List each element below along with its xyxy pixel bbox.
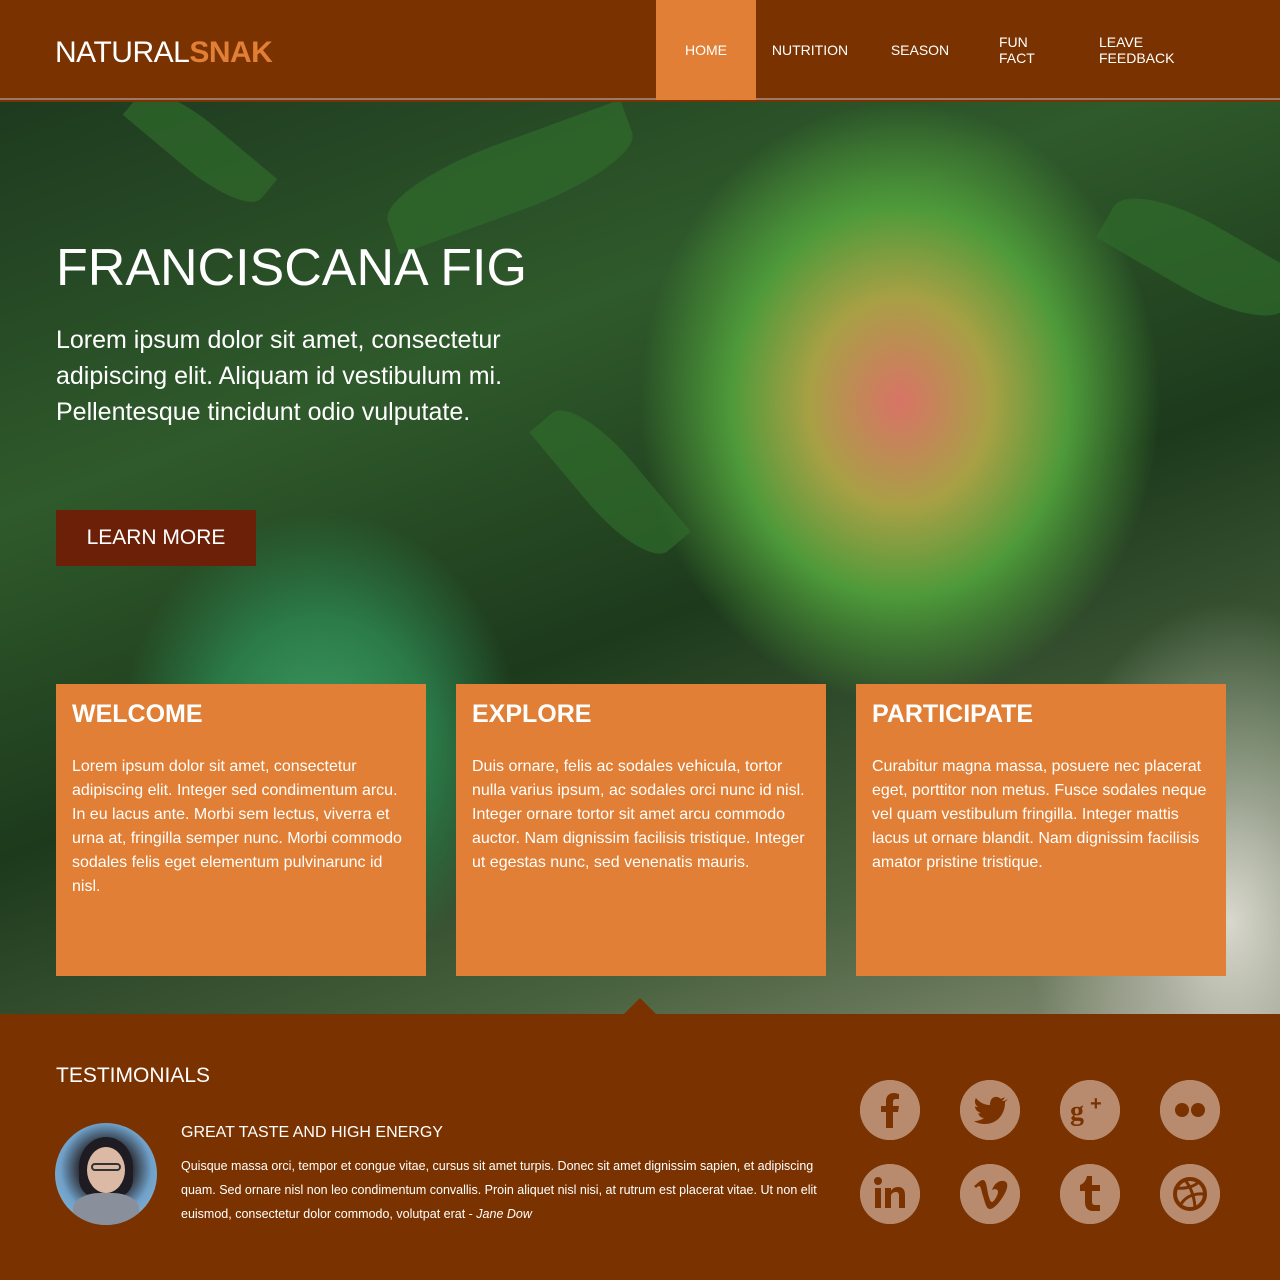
svg-text:g: g <box>1070 1096 1084 1127</box>
card-participate: PARTICIPATE Curabitur magna massa, posue… <box>856 684 1226 976</box>
quote-text: Quisque massa orci, tempor et congue vit… <box>181 1154 821 1226</box>
hero-background-leaf <box>1095 176 1280 338</box>
card-title: PARTICIPATE <box>872 700 1034 728</box>
avatar <box>55 1123 157 1225</box>
hero-background-leaf <box>375 102 645 255</box>
card-text: Lorem ipsum dolor sit amet, consectetur … <box>72 758 402 895</box>
card-explore: EXPLORE Duis ornare, felis ac sodales ve… <box>456 684 826 976</box>
learn-more-button[interactable]: LEARN MORE <box>56 510 256 566</box>
testimonials-heading: TESTIMONIALS <box>56 1064 211 1087</box>
google-plus-icon[interactable]: g + <box>1060 1080 1120 1140</box>
avatar-body <box>73 1193 139 1225</box>
quote-title: GREAT TASTE AND HIGH ENERGY <box>181 1124 443 1141</box>
card-text: Duis ornare, felis ac sodales vehicula, … <box>472 758 805 871</box>
hero-text: Lorem ipsum dolor sit amet, consectetur … <box>56 326 503 426</box>
logo-part-natural: NATURAL <box>55 36 190 69</box>
quote-author: Jane Dow <box>476 1207 532 1221</box>
svg-text:+: + <box>1090 1093 1102 1115</box>
hero-title: FRANCISCANA FIG <box>56 239 527 297</box>
nav-fun-fact[interactable]: FUN FACT <box>976 0 1076 100</box>
dribbble-icon[interactable] <box>1160 1164 1220 1224</box>
logo-part-snak: SNAK <box>189 36 273 69</box>
section-notch <box>624 998 656 1014</box>
card-welcome: WELCOME Lorem ipsum dolor sit amet, cons… <box>56 684 426 976</box>
flickr-icon[interactable] <box>1160 1080 1220 1140</box>
hero-section: FRANCISCANA FIG Lorem ipsum dolor sit am… <box>0 102 1280 1014</box>
nav-home[interactable]: HOME <box>656 0 756 100</box>
testimonials-section: TESTIMONIALS GREAT TASTE AND HIGH ENERGY… <box>0 1014 1280 1280</box>
card-title: WELCOME <box>72 700 203 728</box>
facebook-icon[interactable] <box>860 1080 920 1140</box>
hero-background-leaf <box>122 102 278 218</box>
twitter-icon[interactable] <box>960 1080 1020 1140</box>
main-nav: HOME NUTRITION SEASON FUN FACT LEAVE FEE… <box>656 0 1240 100</box>
site-header: NATURALSNAK HOME NUTRITION SEASON FUN FA… <box>0 0 1280 100</box>
nav-leave-feedback[interactable]: LEAVE FEEDBACK <box>1076 0 1240 100</box>
vimeo-icon[interactable] <box>960 1164 1020 1224</box>
tumblr-icon[interactable] <box>1060 1164 1120 1224</box>
site-logo[interactable]: NATURALSNAK <box>55 36 273 70</box>
card-title: EXPLORE <box>472 700 592 728</box>
nav-nutrition[interactable]: NUTRITION <box>756 0 864 100</box>
linkedin-icon[interactable] <box>860 1164 920 1224</box>
card-text: Curabitur magna massa, posuere nec place… <box>872 758 1207 871</box>
avatar-glasses <box>91 1163 121 1171</box>
nav-season[interactable]: SEASON <box>864 0 976 100</box>
